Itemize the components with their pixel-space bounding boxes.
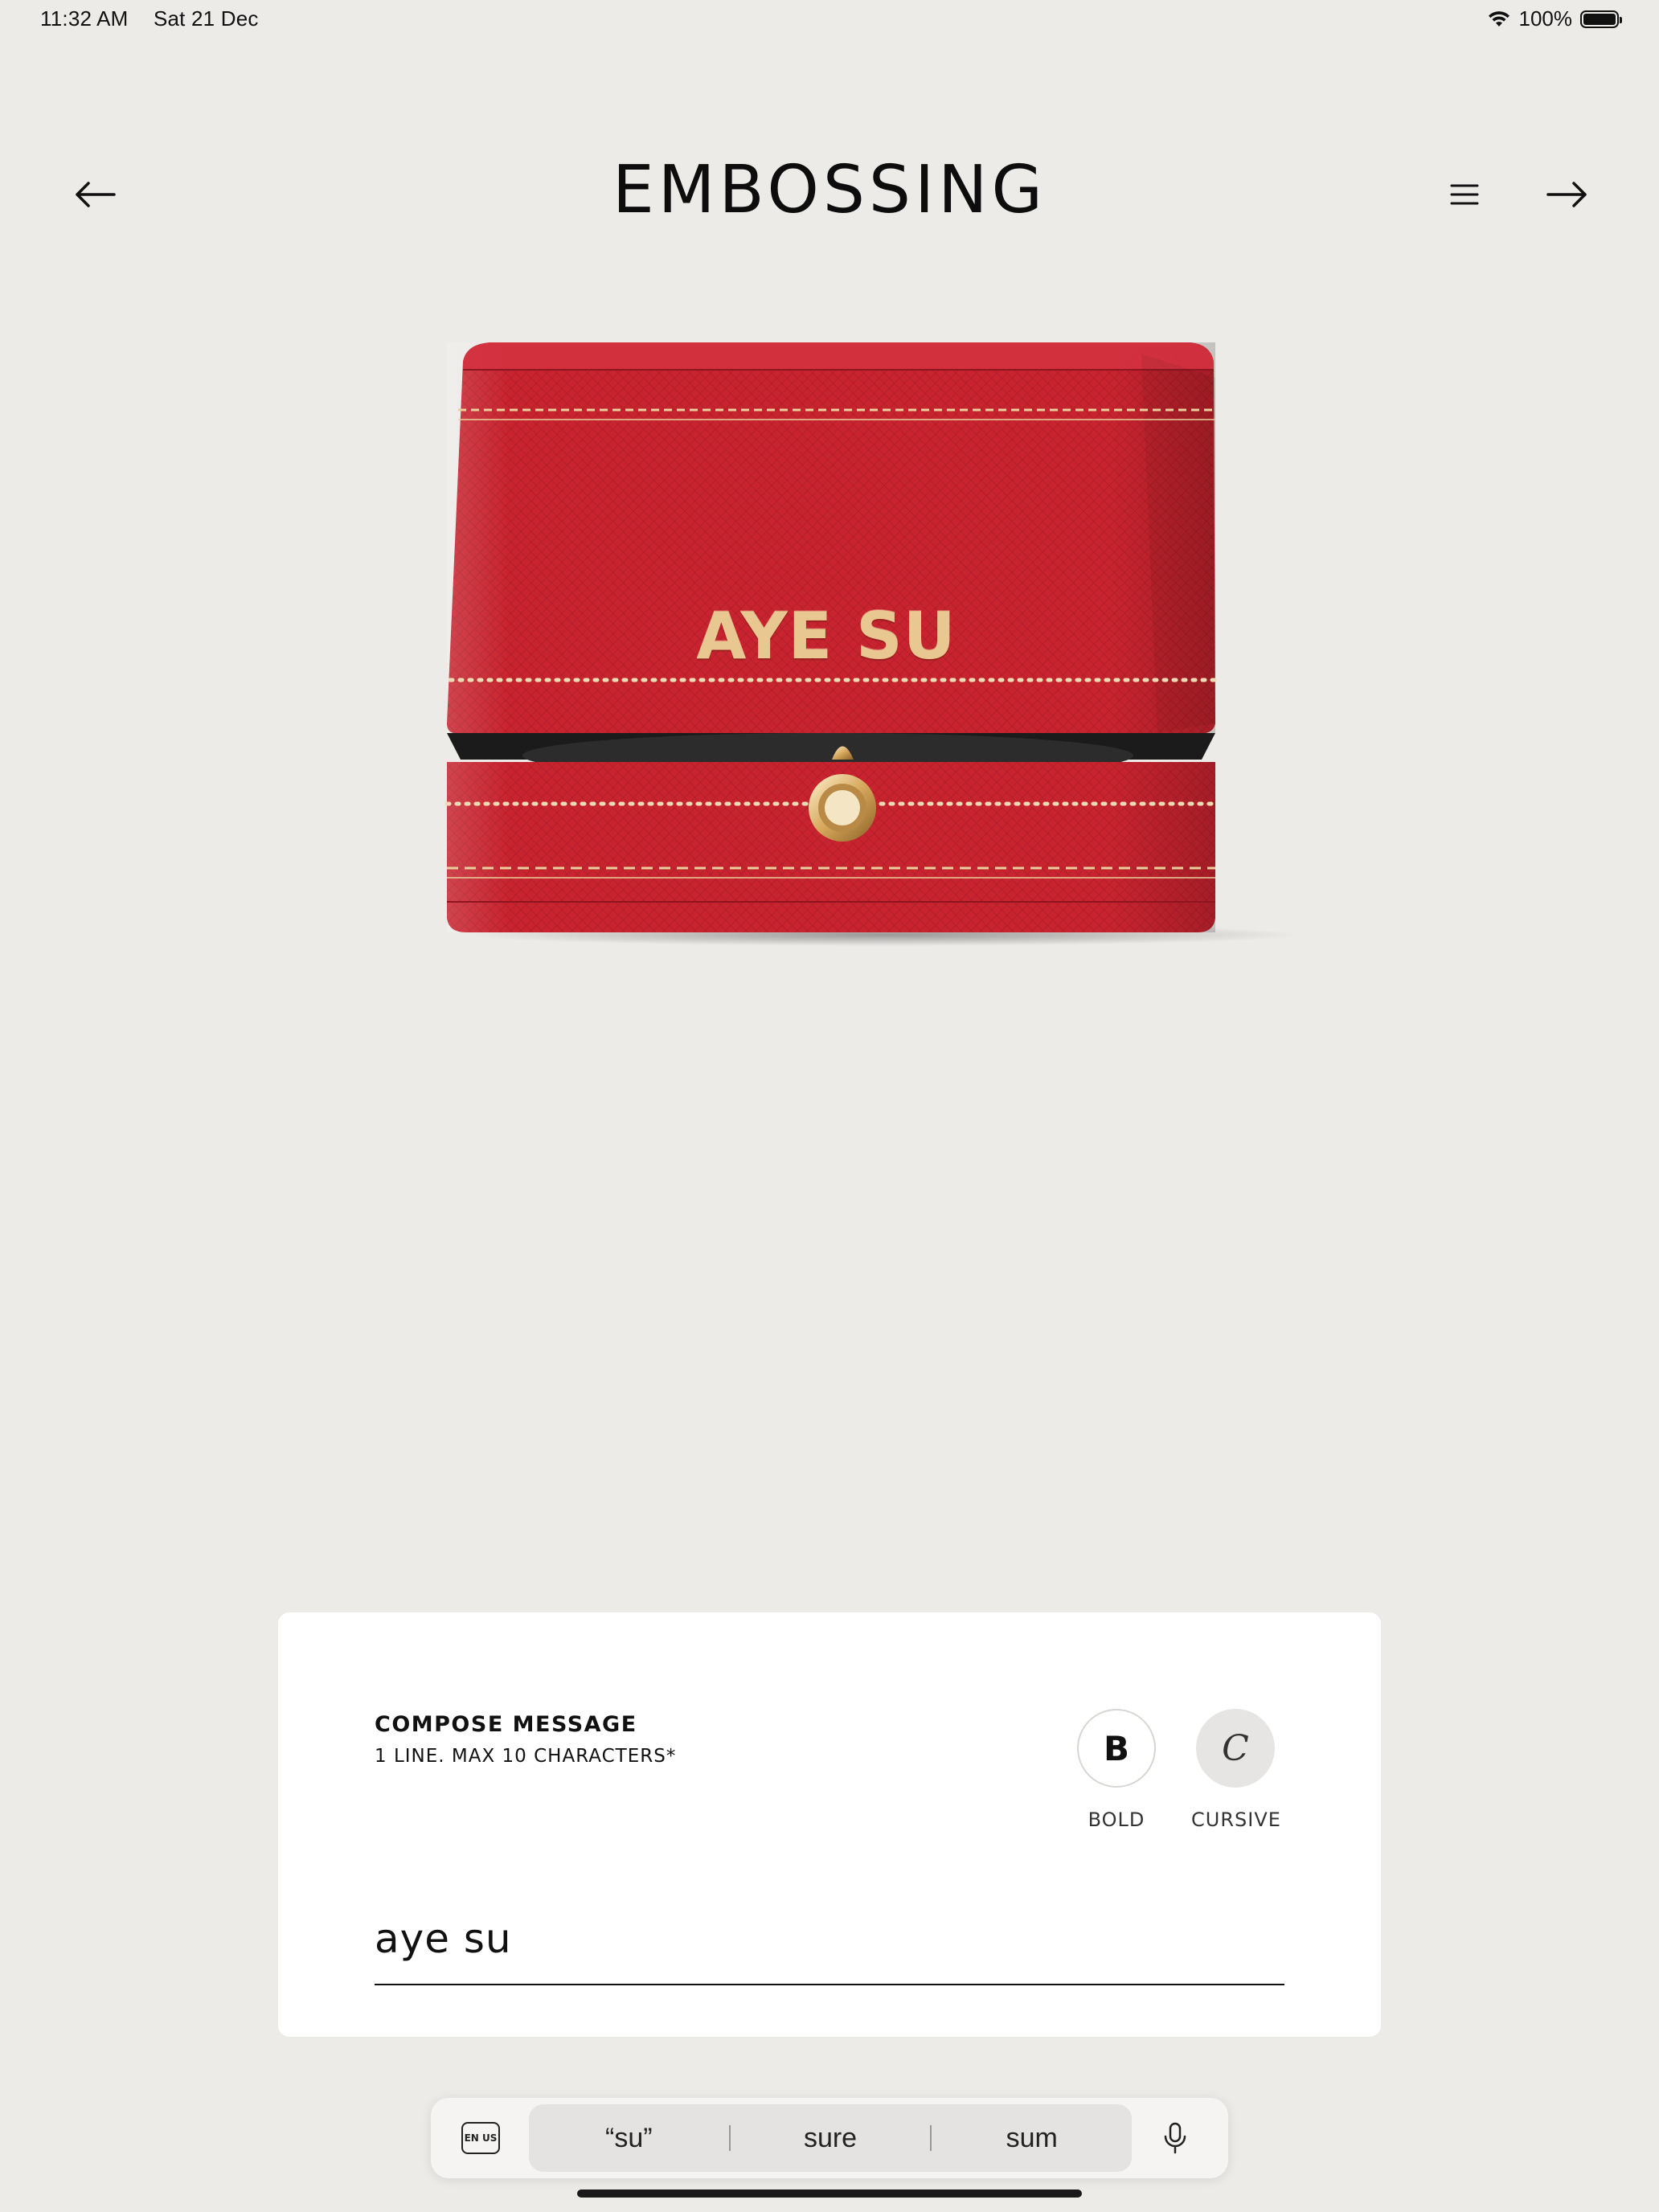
keyboard-suggestion-bar: EN US “su” sure sum [431, 2098, 1228, 2178]
status-bar-left: 11:32 AM Sat 21 Dec [40, 6, 259, 31]
bold-style-label: BOLD [1088, 1809, 1145, 1831]
keyboard-language-label: EN US [464, 2132, 498, 2144]
status-date: Sat 21 Dec [153, 6, 259, 31]
suggestion-list: “su” sure sum [529, 2104, 1132, 2172]
suggestion-item[interactable]: “su” [529, 2123, 729, 2154]
page-title: EMBOSSING [612, 152, 1047, 228]
cursive-icon: C [1196, 1709, 1275, 1788]
message-input[interactable] [375, 1907, 1284, 1971]
cursive-style-label: CURSIVE [1191, 1809, 1281, 1831]
status-time: 11:32 AM [40, 6, 129, 31]
status-bar-right: 100% [1487, 6, 1622, 31]
engraving-preview: AYE SU [696, 599, 956, 674]
cursive-style-button[interactable]: C CURSIVE [1191, 1709, 1280, 1831]
dictation-button[interactable] [1157, 2120, 1193, 2156]
microphone-icon [1164, 2122, 1186, 2154]
hamburger-menu-icon [1450, 184, 1479, 205]
bold-style-button[interactable]: B BOLD [1072, 1709, 1161, 1831]
arrow-right-icon [1546, 182, 1587, 207]
keyboard-language-button[interactable]: EN US [461, 2122, 500, 2154]
suggestion-item[interactable]: sure [731, 2123, 931, 2154]
bold-icon: B [1077, 1709, 1156, 1788]
battery-icon [1580, 10, 1622, 28]
suggestion-item[interactable]: sum [932, 2123, 1132, 2154]
compose-card: COMPOSE MESSAGE 1 LINE. MAX 10 CHARACTER… [278, 1612, 1381, 2037]
battery-percentage: 100% [1518, 6, 1573, 31]
home-indicator[interactable] [577, 2189, 1082, 2198]
wifi-icon [1488, 10, 1509, 27]
menu-button[interactable] [1439, 169, 1490, 220]
next-button[interactable] [1542, 169, 1593, 220]
message-field [375, 1907, 1284, 1985]
compose-subtitle: 1 LINE. MAX 10 CHARACTERS* [375, 1746, 677, 1767]
battery-fill [1583, 13, 1616, 25]
app-screen: 11:32 AM Sat 21 Dec 100% EMBOSSING AYE S… [0, 0, 1659, 2212]
compose-title: COMPOSE MESSAGE [375, 1712, 637, 1737]
